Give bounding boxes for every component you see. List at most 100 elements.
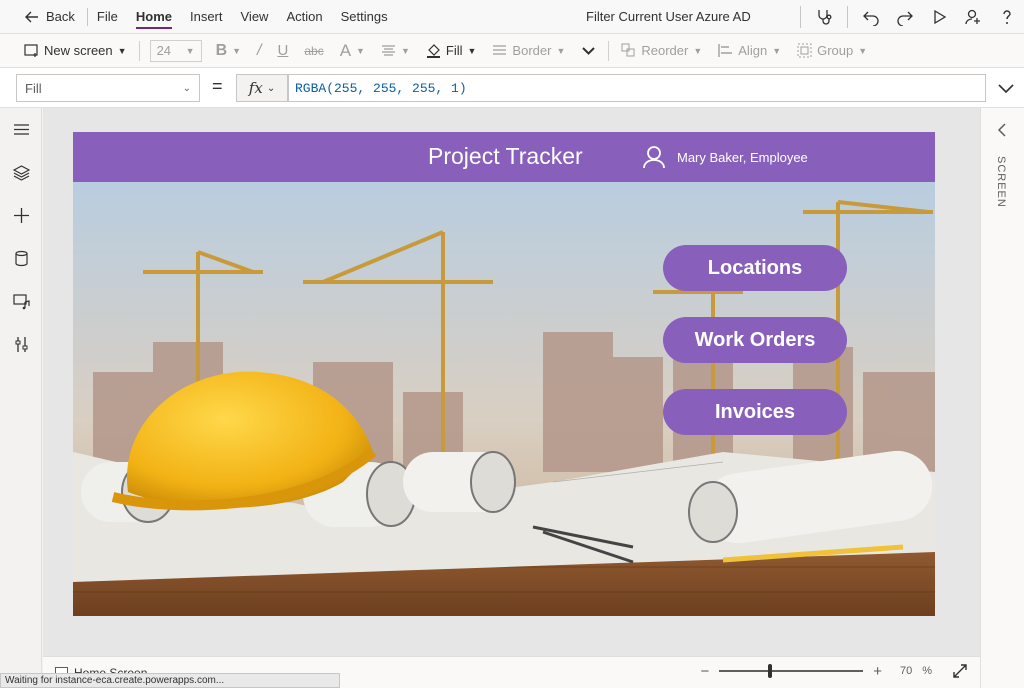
menu-file[interactable]: File bbox=[88, 0, 127, 34]
zoom-unit: % bbox=[922, 665, 932, 677]
loading-status-message: Waiting for instance-eca.create.powerapp… bbox=[0, 673, 340, 688]
font-size-select[interactable]: 24 ▼ bbox=[149, 39, 202, 62]
new-screen-button[interactable]: New screen ▼ bbox=[0, 34, 135, 68]
align-button[interactable]: Align ▼ bbox=[710, 34, 789, 68]
zoom-control: − + 70 % bbox=[700, 661, 968, 681]
property-value: Fill bbox=[25, 80, 42, 96]
strikethrough-button[interactable]: abc bbox=[296, 34, 331, 68]
text-align-button[interactable]: ▼ bbox=[373, 34, 418, 68]
media-icon bbox=[12, 294, 30, 310]
chevron-left-icon[interactable] bbox=[995, 122, 1011, 138]
invoices-button[interactable]: Invoices bbox=[663, 389, 847, 435]
menu-settings[interactable]: Settings bbox=[332, 0, 397, 34]
back-label: Back bbox=[46, 9, 75, 24]
redo-button[interactable] bbox=[888, 0, 922, 34]
chevron-down-icon: ▼ bbox=[858, 45, 868, 56]
zoom-slider-track bbox=[719, 670, 864, 672]
insert-button[interactable] bbox=[0, 194, 42, 237]
tools-icon bbox=[15, 337, 27, 352]
left-rail bbox=[0, 108, 42, 688]
border-icon bbox=[493, 45, 507, 55]
chevron-down-icon: ⌄ bbox=[182, 82, 191, 94]
strikethrough-icon: abc bbox=[304, 43, 324, 58]
right-properties-rail: SCREEN bbox=[980, 108, 1024, 688]
more-ribbon-button[interactable] bbox=[573, 34, 604, 68]
share-user-icon bbox=[965, 9, 980, 25]
ribbon-toolbar: New screen ▼ 24 ▼ B ▼ / U abc A ▼ ▼ Fill ▼… bbox=[0, 34, 1024, 68]
menu-home[interactable]: Home bbox=[127, 0, 181, 34]
chevron-down-icon: ▼ bbox=[356, 45, 365, 56]
preview-button[interactable] bbox=[922, 0, 956, 34]
reorder-label: Reorder bbox=[641, 43, 689, 58]
group-label: Group bbox=[817, 43, 854, 58]
app-checker-button[interactable] bbox=[807, 0, 841, 34]
user-icon bbox=[643, 146, 665, 169]
property-select[interactable]: Fill ⌄ bbox=[16, 74, 200, 102]
formula-input[interactable]: RGBA(255, 255, 255, 1) bbox=[288, 74, 986, 102]
data-icon bbox=[14, 250, 28, 267]
undo-button[interactable] bbox=[854, 0, 888, 34]
menu-insert[interactable]: Insert bbox=[181, 0, 232, 34]
reorder-button[interactable]: Reorder ▼ bbox=[613, 34, 710, 68]
chevron-down-icon[interactable] bbox=[996, 78, 1016, 98]
undo-icon bbox=[863, 11, 879, 26]
font-color-icon: A bbox=[339, 40, 352, 60]
fit-to-window-icon[interactable] bbox=[952, 663, 968, 679]
chevron-down-icon: ▼ bbox=[693, 45, 703, 56]
zoom-slider-thumb[interactable] bbox=[767, 664, 772, 678]
redo-icon bbox=[897, 11, 913, 26]
equals-sign: = bbox=[212, 76, 223, 96]
user-info: Mary Baker, Employee bbox=[643, 145, 808, 169]
paint-bucket-icon bbox=[426, 44, 440, 58]
app-screen-canvas[interactable]: Project Tracker Mary Baker, Employee Loc… bbox=[73, 132, 935, 616]
italic-icon: / bbox=[257, 41, 262, 59]
zoom-in-button[interactable]: + bbox=[873, 663, 882, 680]
divider bbox=[608, 40, 610, 61]
chevron-down-icon: ▼ bbox=[772, 45, 782, 56]
divider bbox=[138, 40, 140, 61]
media-button[interactable] bbox=[0, 280, 42, 323]
menu-view[interactable]: View bbox=[232, 0, 278, 34]
fill-button[interactable]: Fill ▼ bbox=[418, 34, 485, 68]
app-header: Project Tracker Mary Baker, Employee bbox=[73, 132, 935, 182]
underline-icon: U bbox=[277, 42, 289, 59]
fx-button[interactable]: fx ⌄ bbox=[236, 74, 288, 102]
properties-pane-label[interactable]: SCREEN bbox=[995, 156, 1007, 208]
tree-view-button[interactable] bbox=[0, 151, 42, 194]
tree-view-toggle[interactable] bbox=[0, 108, 42, 151]
new-screen-label: New screen bbox=[44, 43, 113, 58]
font-color-button[interactable]: A ▼ bbox=[332, 34, 373, 68]
group-button[interactable]: Group ▼ bbox=[789, 34, 875, 68]
chevron-down-icon: ⌄ bbox=[266, 82, 276, 94]
data-button[interactable] bbox=[0, 237, 42, 280]
border-button[interactable]: Border ▼ bbox=[484, 34, 573, 68]
font-size-value: 24 bbox=[156, 43, 172, 58]
zoom-value: 70 bbox=[899, 665, 913, 677]
border-label: Border bbox=[512, 43, 552, 58]
work-orders-button[interactable]: Work Orders bbox=[663, 317, 847, 363]
arrow-left-icon bbox=[25, 11, 38, 22]
top-nav-bar: Back File Home Insert View Action Settin… bbox=[0, 0, 1024, 34]
fx-icon: fx bbox=[248, 79, 263, 97]
locations-button[interactable]: Locations bbox=[663, 245, 847, 291]
align-label: Align bbox=[738, 43, 768, 58]
chevron-down-icon: ▼ bbox=[185, 45, 195, 56]
zoom-slider[interactable] bbox=[719, 661, 864, 681]
fill-label: Fill bbox=[445, 43, 463, 58]
italic-button[interactable]: / bbox=[249, 34, 269, 68]
advanced-tools-button[interactable] bbox=[0, 323, 42, 366]
bold-button[interactable]: B ▼ bbox=[208, 34, 249, 68]
new-screen-icon bbox=[24, 44, 38, 57]
share-button[interactable] bbox=[956, 0, 990, 34]
underline-button[interactable]: U bbox=[270, 34, 297, 68]
back-button[interactable]: Back bbox=[0, 0, 87, 34]
zoom-out-button[interactable]: − bbox=[700, 663, 709, 680]
canvas-workspace: Project Tracker Mary Baker, Employee Loc… bbox=[43, 108, 980, 656]
layers-icon bbox=[12, 165, 30, 181]
chevron-down-icon: ▼ bbox=[467, 45, 477, 56]
hamburger-icon bbox=[13, 124, 29, 135]
help-button[interactable] bbox=[990, 0, 1024, 34]
menu-action[interactable]: Action bbox=[277, 0, 331, 34]
stethoscope-icon bbox=[818, 10, 832, 25]
play-icon bbox=[934, 9, 947, 25]
